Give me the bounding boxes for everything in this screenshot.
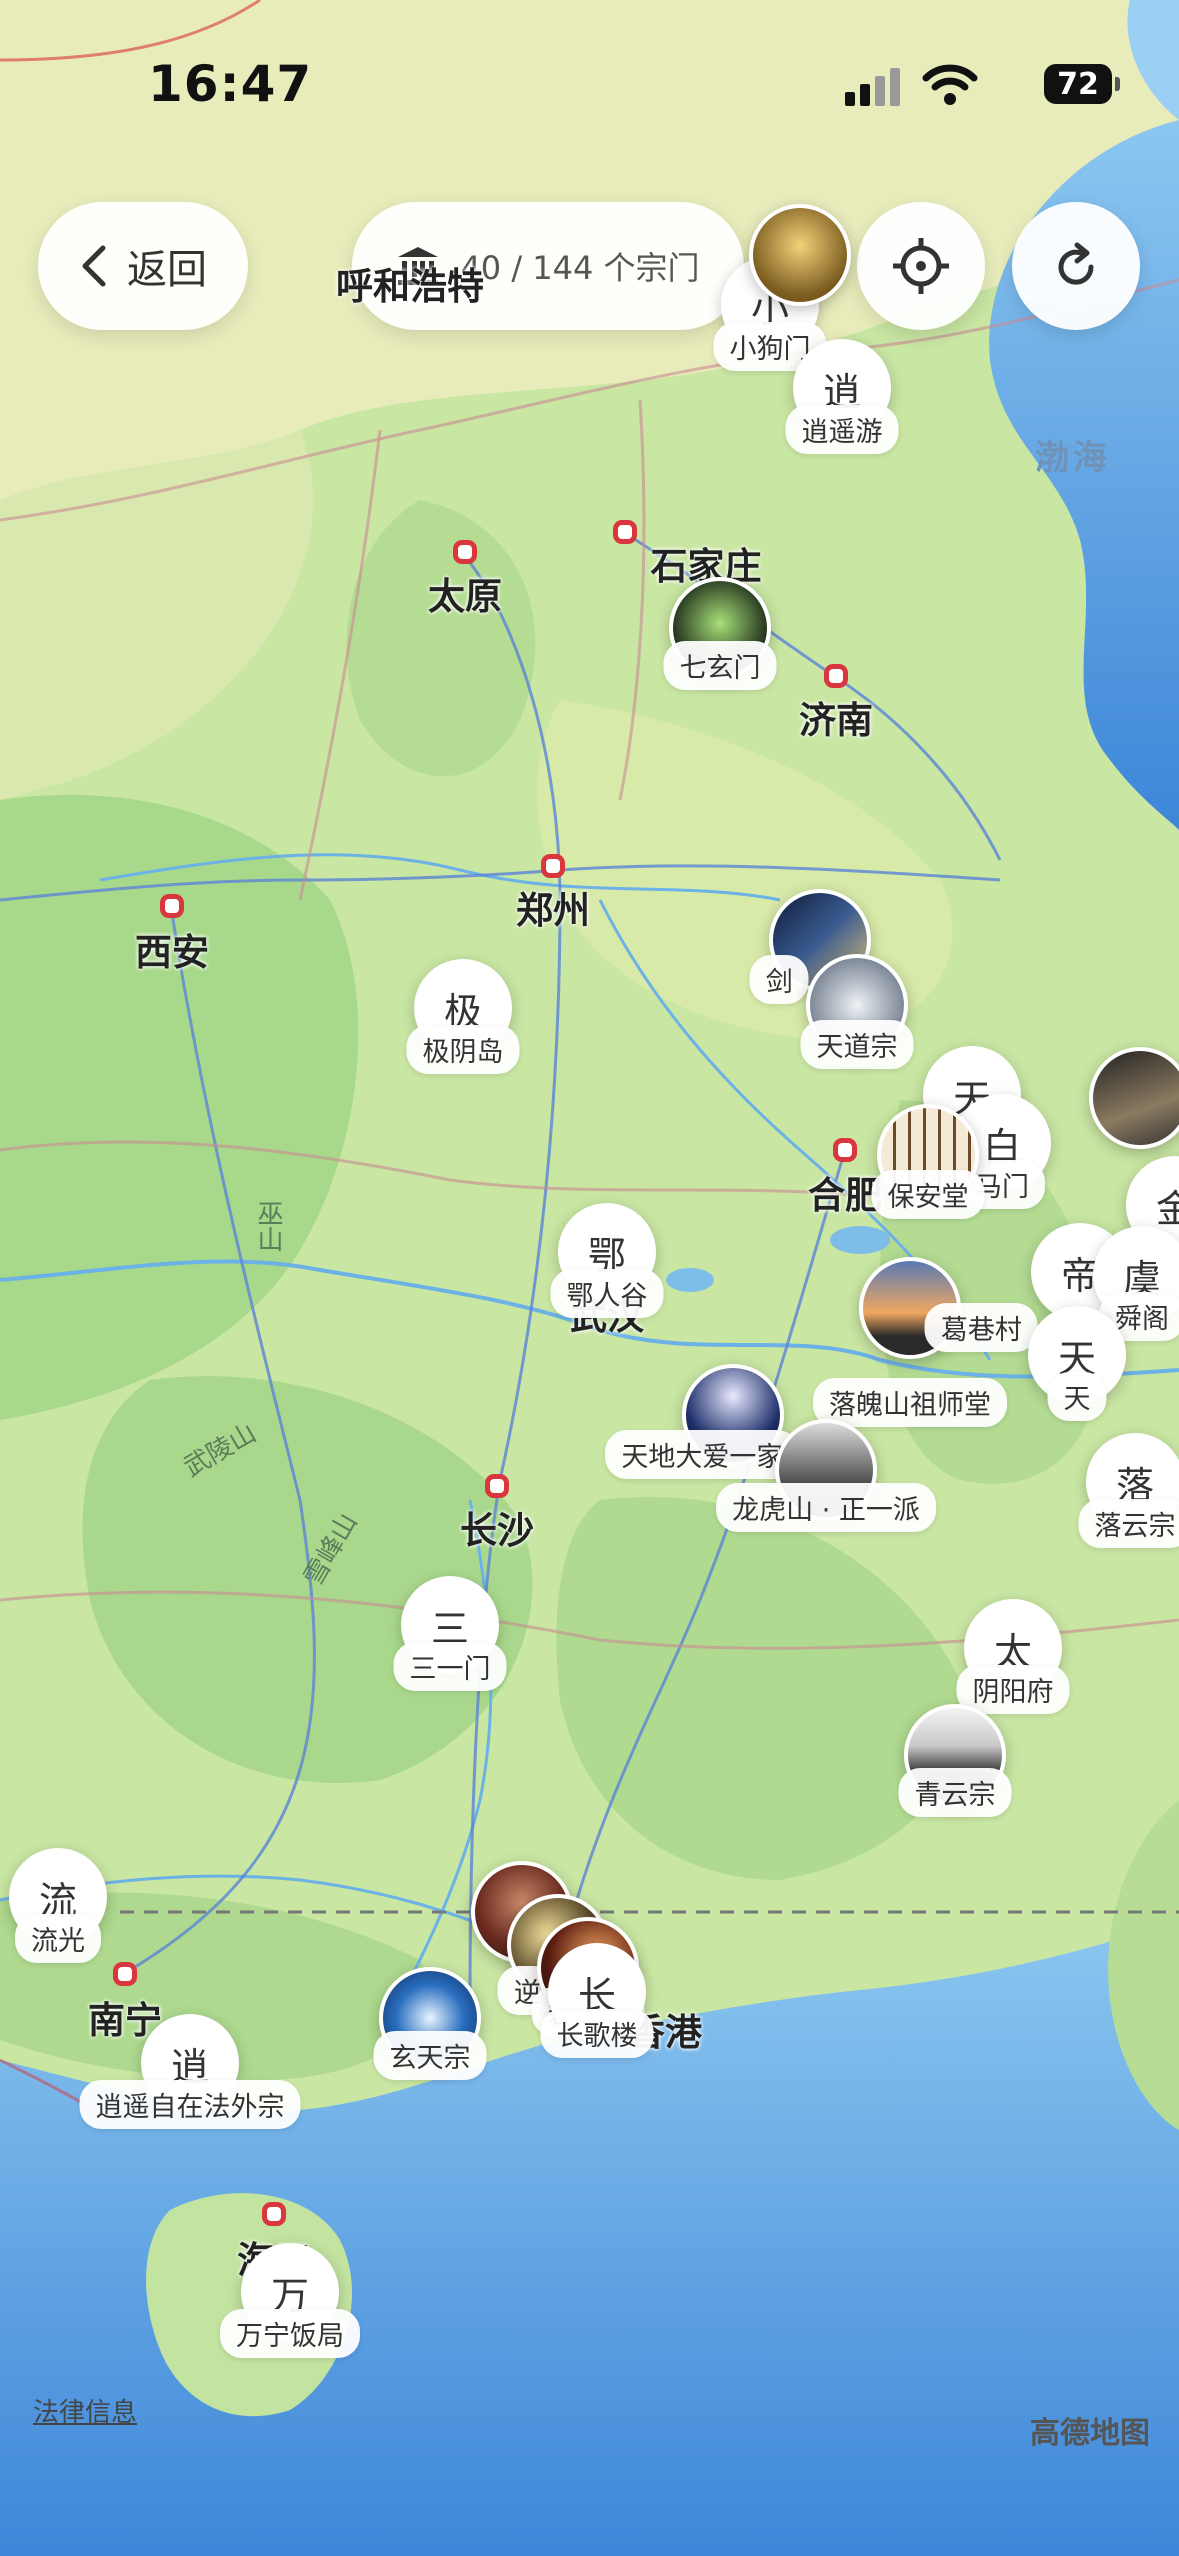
sect-count-text: 40 / 144 个宗门 [460, 249, 700, 287]
sect-marker-e[interactable]: 鄂 鄂人谷 [550, 1203, 664, 1318]
sea-label-bohai: 渤海 [1035, 438, 1111, 478]
city-jinan: 济南 [799, 699, 873, 742]
sect-marker-tiandao[interactable]: 天道宗 [800, 954, 914, 1069]
marker-label: 逍遥自在法外宗 [79, 2080, 301, 2129]
refresh-icon [1058, 242, 1094, 285]
marker-label: 万宁饭局 [220, 2309, 360, 2358]
cellular-signal-icon [845, 68, 900, 106]
city-zhengzhou: 郑州 [516, 889, 590, 932]
city-dot [113, 1962, 137, 1986]
marker-label: 三一门 [393, 1642, 507, 1691]
sect-marker-baoan[interactable]: 保安堂 [871, 1104, 985, 1219]
locate-button[interactable] [857, 202, 985, 330]
sect-marker-photo[interactable] [749, 204, 851, 306]
city-dot [613, 520, 637, 544]
sect-marker-sanyi[interactable]: 三 三一门 [393, 1576, 507, 1691]
battery-indicator: 72 [1044, 64, 1120, 104]
marker-label: 天地大爱一家 [605, 1430, 800, 1479]
marker-label: 剑 [749, 955, 809, 1004]
back-label: 返回 [127, 247, 207, 293]
marker-label: 流光 [15, 1914, 101, 1963]
sect-marker-tiandi[interactable]: 天地大爱一家 [605, 1364, 800, 1479]
wifi-icon [922, 64, 978, 105]
city-dot [824, 664, 848, 688]
sect-marker-jiyin[interactable]: 极 极阴岛 [406, 959, 520, 1074]
city-dot [485, 1474, 509, 1498]
status-bar: 16:47 72 [0, 0, 1179, 170]
marker-label: 逍遥游 [785, 405, 899, 454]
marker-label: 青云宗 [898, 1768, 1012, 1817]
marker-label: 玄天宗 [373, 2031, 487, 2080]
city-dot [453, 540, 477, 564]
marker-label: 鄂人谷 [550, 1269, 664, 1318]
terrain-label-wushan: 巫山 [253, 1200, 283, 1252]
marker-label: 七玄门 [663, 641, 777, 690]
sect-marker-changge[interactable]: 长 长歌楼 [540, 1943, 654, 2058]
status-time: 16:47 [148, 55, 313, 113]
legal-info-link[interactable]: 法律信息 [33, 2392, 137, 2429]
sect-marker-longhu[interactable]: 龙虎山 · 正一派 [716, 1419, 936, 1532]
crosshair-icon [893, 238, 949, 294]
city-dot [160, 894, 184, 918]
sect-marker-tai[interactable]: 太 阴阳府 [956, 1599, 1070, 1714]
city-dot [833, 1138, 857, 1162]
marker-label: 龙虎山 · 正一派 [716, 1483, 936, 1532]
marker-label: 长歌楼 [540, 2009, 654, 2058]
sect-marker-gexiang[interactable]: 葛巷村 [859, 1257, 1038, 1359]
sect-avatar [749, 204, 851, 306]
marker-label: 落云宗 [1078, 1499, 1179, 1548]
sect-marker-qingyun[interactable]: 青云宗 [898, 1704, 1012, 1817]
chevron-left-icon [82, 245, 106, 287]
city-changsha: 长沙 [460, 1509, 534, 1552]
city-dot [541, 854, 565, 878]
sect-marker-wanning[interactable]: 万 万宁饭局 [220, 2243, 360, 2358]
sect-marker-xiaoyaoyou[interactable]: 逍 逍遥游 [785, 339, 899, 454]
sect-marker-photo[interactable] [1089, 1047, 1179, 1149]
city-xian: 西安 [135, 931, 209, 974]
sect-marker-xuantian[interactable]: 玄天宗 [373, 1967, 487, 2080]
city-taiyuan: 太原 [428, 575, 502, 618]
sect-marker-luoyun[interactable]: 落 落云宗 [1078, 1433, 1179, 1548]
sect-marker-tian-2[interactable]: 天 天 [1028, 1306, 1126, 1421]
sect-marker-xiaoyaozizai[interactable]: 逍 逍遥自在法外宗 [79, 2014, 301, 2129]
back-button[interactable]: 返回 [38, 202, 248, 330]
city-dot [262, 2202, 286, 2226]
map-provider-logo: 高德地图 [1030, 2416, 1150, 2451]
refresh-button[interactable] [1012, 202, 1140, 330]
sect-marker-liuguang[interactable]: 流 流光 [9, 1848, 107, 1963]
sect-marker-qixuan[interactable]: 七玄门 [663, 577, 777, 690]
marker-label: 天道宗 [800, 1020, 914, 1069]
marker-label: 极阴岛 [406, 1025, 520, 1074]
city-huhehaote: 呼和浩特 [336, 265, 484, 308]
sect-avatar [1089, 1047, 1179, 1149]
marker-label: 葛巷村 [924, 1303, 1038, 1352]
marker-label: 天 [1047, 1372, 1107, 1421]
marker-label: 保安堂 [871, 1170, 985, 1219]
